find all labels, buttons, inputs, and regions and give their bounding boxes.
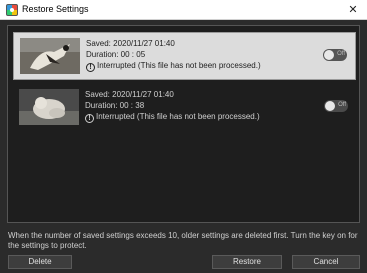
saved-setting-item[interactable]: Saved: 2020/11/27 01:40 Duration: 00 : 0… [13, 32, 356, 80]
app-logo-icon [6, 4, 18, 16]
title-bar: Restore Settings ✕ [0, 0, 367, 20]
saved-timestamp: Saved: 2020/11/27 01:40 [86, 39, 175, 48]
toggle-knob [325, 101, 335, 111]
settings-limit-note: When the number of saved settings exceed… [8, 231, 358, 250]
cancel-button[interactable]: Cancel [292, 255, 360, 269]
protect-key-toggle[interactable]: Off [323, 49, 347, 61]
window-title: Restore Settings [22, 4, 89, 14]
item-details: Saved: 2020/11/27 01:40 Duration: 00 : 3… [85, 89, 260, 123]
saved-settings-list[interactable]: Saved: 2020/11/27 01:40 Duration: 00 : 0… [7, 25, 360, 223]
status-row: ! Interrupted (This file has not been pro… [86, 60, 261, 72]
close-button[interactable]: ✕ [339, 0, 367, 20]
toggle-label: Off [338, 102, 346, 108]
status-text: Interrupted (This file has not been proc… [96, 112, 260, 121]
info-icon: ! [85, 114, 94, 123]
delete-button[interactable]: Delete [8, 255, 72, 269]
status-row: ! Interrupted (This file has not been pro… [85, 111, 260, 123]
status-text: Interrupted (This file has not been proc… [97, 61, 261, 70]
saved-setting-item[interactable]: Saved: 2020/11/27 01:40 Duration: 00 : 3… [13, 84, 356, 132]
restore-button[interactable]: Restore [212, 255, 282, 269]
toggle-knob [324, 50, 334, 60]
video-thumbnail [20, 38, 80, 74]
item-details: Saved: 2020/11/27 01:40 Duration: 00 : 0… [86, 38, 261, 72]
saved-timestamp: Saved: 2020/11/27 01:40 [85, 90, 174, 99]
info-icon: ! [86, 63, 95, 72]
toggle-label: Off [337, 51, 345, 57]
duration-text: Duration: 00 : 38 [85, 101, 145, 110]
duration-text: Duration: 00 : 05 [86, 50, 146, 59]
video-thumbnail [19, 89, 79, 125]
protect-key-toggle[interactable]: Off [324, 100, 348, 112]
